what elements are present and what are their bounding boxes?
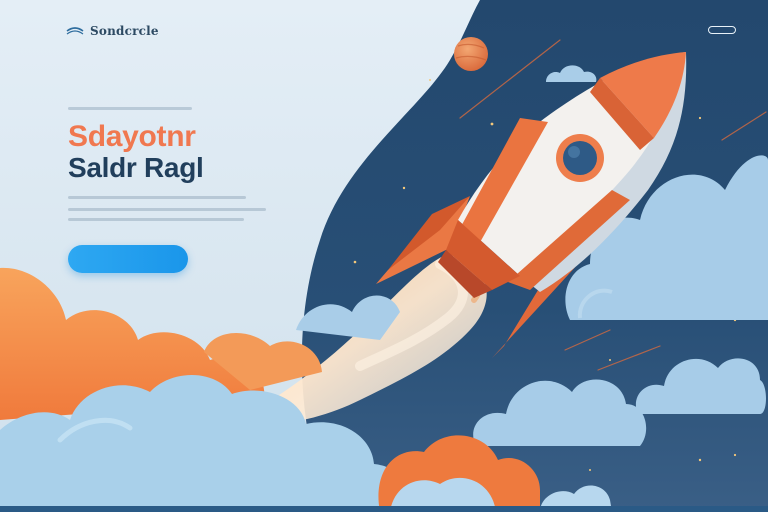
- logo-icon: [66, 27, 84, 35]
- headline-line-2: Saldr Ragl: [68, 152, 204, 183]
- brand-logo[interactable]: Sondcrcle: [66, 24, 159, 38]
- nav-button[interactable]: [708, 26, 736, 34]
- landing-page: Sondcrcle Sdayotnr Saldr Ragl: [0, 0, 768, 512]
- eyebrow-line: [68, 107, 192, 110]
- planet-icon: [454, 37, 488, 71]
- hero-headline: Sdayotnr Saldr Ragl: [68, 120, 204, 183]
- body-text-line: [68, 196, 246, 199]
- headline-line-1: Sdayotnr: [68, 120, 196, 153]
- body-text-line: [68, 208, 266, 211]
- cta-button[interactable]: [68, 245, 188, 273]
- brand-name: Sondcrcle: [90, 24, 159, 38]
- body-text-line: [68, 218, 244, 221]
